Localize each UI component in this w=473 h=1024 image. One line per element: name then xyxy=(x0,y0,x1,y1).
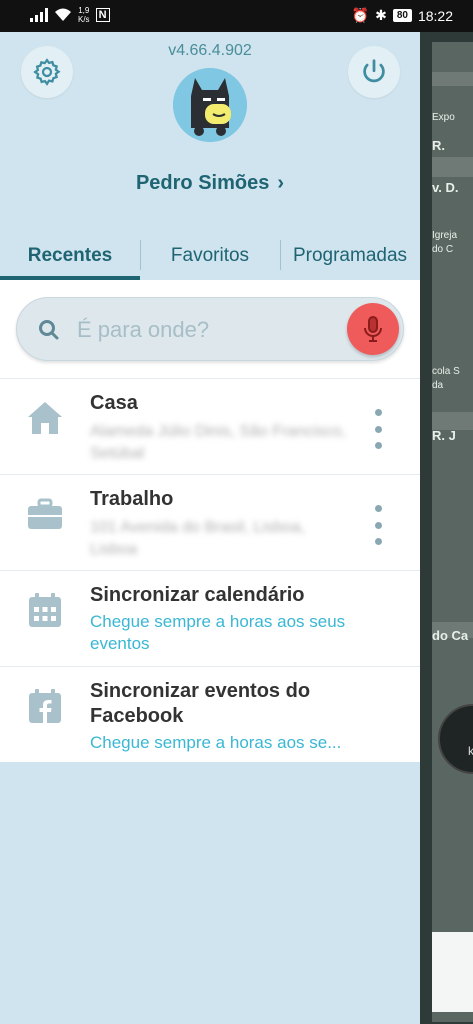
tab-recentes[interactable]: Recentes xyxy=(0,232,140,280)
side-drawer: v4.66.4.902 Pedro Simões › Recentes Favor… xyxy=(0,32,420,1024)
tab-programadas[interactable]: Programadas xyxy=(280,232,420,280)
list-item-home[interactable]: Casa Alameda Júlio Dinis, São Francisco,… xyxy=(0,378,420,474)
item-title: Sincronizar eventos do Facebook xyxy=(90,680,311,727)
status-right: ⏰ ✱ 80 18:22 xyxy=(352,7,453,24)
map-label: v. D. xyxy=(432,180,459,195)
more-options-button[interactable] xyxy=(366,409,390,449)
tab-divider xyxy=(140,240,141,270)
map-road xyxy=(432,157,473,177)
network-speed-value: 1,9 xyxy=(78,6,90,15)
item-subtitle: Chegue sempre a horas aos seus eventos xyxy=(90,612,346,653)
search-bar[interactable] xyxy=(16,297,404,361)
tab-divider xyxy=(280,240,281,270)
item-title: Trabalho xyxy=(90,488,174,510)
item-title: Casa xyxy=(90,392,138,414)
map-label: cola S xyxy=(432,366,460,377)
list-item-sync-facebook[interactable]: Sincronizar eventos do Facebook Chegue s… xyxy=(0,666,420,762)
signal-icon xyxy=(30,8,48,22)
home-icon xyxy=(28,402,62,434)
map-label: R. J xyxy=(432,428,456,443)
tab-favoritos[interactable]: Favoritos xyxy=(140,232,280,280)
list-item-sync-calendar[interactable]: Sincronizar calendário Chegue sempre a h… xyxy=(0,570,420,666)
power-icon xyxy=(363,59,385,83)
profile-name: Pedro Simões xyxy=(135,172,270,194)
battery-indicator: 80 xyxy=(392,9,412,22)
briefcase-icon xyxy=(28,498,62,529)
list-item-work[interactable]: Trabalho 101 Avenida do Brasil, Lisboa, … xyxy=(0,474,420,570)
item-address: Alameda Júlio Dinis, São Francisco, Setú… xyxy=(90,423,347,462)
facebook-calendar-icon xyxy=(29,689,61,723)
item-subtitle: Chegue sempre a horas aos se... xyxy=(90,733,342,752)
clock: 18:22 xyxy=(417,7,453,24)
voice-search-button[interactable] xyxy=(347,303,399,355)
alarm-icon: ⏰ xyxy=(351,7,370,23)
item-address: 101 Avenida do Brasil, Lisboa, Lisboa xyxy=(90,519,305,558)
search-input[interactable] xyxy=(77,310,337,350)
map-label: R. xyxy=(432,138,445,153)
bluetooth-icon: ✱ xyxy=(375,7,387,23)
map-view[interactable]: Expo R. v. D. Igreja do C cola S da R. J… xyxy=(420,32,473,1024)
item-title: Sincronizar calendário xyxy=(90,584,305,606)
wifi-icon xyxy=(55,8,71,21)
more-options-button[interactable] xyxy=(366,505,390,545)
avatar[interactable] xyxy=(173,68,247,142)
search-icon xyxy=(39,320,59,340)
profile-name-link[interactable]: Pedro Simões › xyxy=(0,172,420,195)
nfc-icon: N xyxy=(95,8,110,22)
microphone-icon xyxy=(364,316,382,342)
speed-unit: k xyxy=(468,744,473,758)
map-label: Igreja xyxy=(432,230,458,241)
status-left: 1,9 K/s N xyxy=(30,6,110,24)
map-label: da xyxy=(432,380,444,391)
map-label: do Ca xyxy=(432,628,469,643)
batman-avatar-icon xyxy=(173,68,247,142)
chevron-right-icon: › xyxy=(277,172,285,194)
recents-panel: Casa Alameda Júlio Dinis, São Francisco,… xyxy=(0,280,420,762)
calendar-icon xyxy=(29,593,61,627)
map-bottom-bar xyxy=(432,932,473,1012)
status-bar: 1,9 K/s N ⏰ ✱ 80 18:22 xyxy=(0,0,473,32)
network-speed: 1,9 K/s xyxy=(78,6,90,24)
map-label: Expo xyxy=(432,112,455,123)
recents-list: Casa Alameda Júlio Dinis, São Francisco,… xyxy=(0,378,420,762)
gear-icon xyxy=(33,58,61,86)
network-speed-unit: K/s xyxy=(78,15,90,24)
map-road xyxy=(432,72,473,86)
tab-bar: Recentes Favoritos Programadas xyxy=(0,232,420,280)
power-button[interactable] xyxy=(348,46,400,98)
map-label: do C xyxy=(432,244,454,255)
